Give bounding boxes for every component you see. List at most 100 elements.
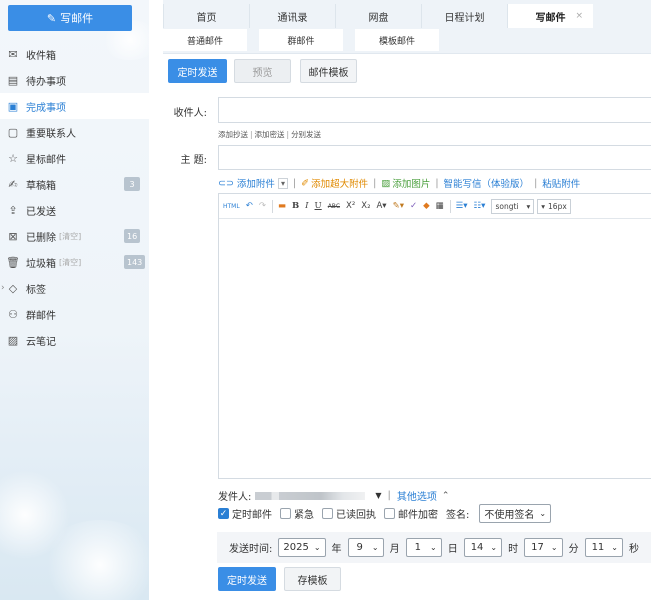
tab-schedule[interactable]: 日程计划: [421, 4, 507, 28]
font-size-value: 16px: [548, 201, 567, 211]
tab-contacts[interactable]: 通讯录: [249, 4, 335, 28]
year-select[interactable]: 2025 ⌄: [278, 538, 326, 557]
sidebar-item-done[interactable]: ▣ 完成事项: [0, 93, 149, 119]
large-attachment-icon: ✐: [301, 177, 310, 189]
sidebar-item-inbox[interactable]: ✉ 收件箱: [0, 41, 149, 67]
sidebar-item-label: 群邮件: [26, 310, 56, 322]
sidebar-item-drafts[interactable]: ✍ 草稿箱 3: [0, 171, 149, 197]
second-select[interactable]: 11 ⌄: [584, 538, 623, 557]
subscript-icon[interactable]: X₂: [361, 201, 370, 211]
deleted-icon: ⊠: [8, 229, 18, 243]
signature-select[interactable]: 不使用签名 ⌄: [479, 504, 552, 523]
option-label: 紧急: [294, 510, 314, 521]
eraser-icon[interactable]: ◆: [423, 201, 430, 211]
day-value: 1: [414, 542, 421, 553]
timed-send-button[interactable]: 定时发送: [168, 59, 227, 83]
hour-select[interactable]: 14 ⌄: [463, 538, 503, 557]
chevron-up-icon[interactable]: ⌃: [442, 491, 450, 501]
close-icon[interactable]: ×: [575, 11, 583, 21]
subtab-normal-mail[interactable]: 普通邮件: [163, 29, 247, 51]
html-mode-button[interactable]: HTML: [223, 203, 240, 210]
add-cc-link[interactable]: 添加抄送: [218, 130, 248, 139]
sidebar-item-deleted[interactable]: ⊠ 已删除 [清空] 16: [0, 223, 149, 249]
font-size-select[interactable]: ▾ 16px: [537, 198, 571, 214]
sidebar-item-tags[interactable]: › ◇ 标签: [0, 275, 149, 301]
chevron-down-icon: ⌄: [490, 543, 498, 552]
sidebar-item-trash[interactable]: 🗑 垃圾箱 [清空] 143: [0, 249, 149, 275]
superscript-icon[interactable]: X²: [346, 201, 355, 211]
chevron-down-icon: ⌄: [313, 543, 321, 552]
add-attachment-link[interactable]: 添加附件: [237, 176, 275, 190]
draft-icon: ✍: [8, 177, 18, 191]
minute-value: 17: [531, 542, 544, 553]
checkbox-checked[interactable]: ✓: [218, 508, 229, 519]
sidebar-item-important-contacts[interactable]: ▢ 重要联系人: [0, 119, 149, 145]
strikethrough-icon[interactable]: ABC: [328, 203, 340, 210]
timed-send-button-bottom[interactable]: 定时发送: [218, 567, 276, 591]
checkbox[interactable]: [384, 508, 395, 519]
save-icon[interactable]: ▦: [436, 201, 444, 211]
italic-icon[interactable]: I: [305, 201, 308, 211]
underline-icon[interactable]: U: [315, 201, 322, 211]
add-image-link[interactable]: 添加图片: [392, 176, 430, 190]
bold-icon[interactable]: B: [292, 201, 299, 211]
sidebar-item-cloud-notes[interactable]: ▨ 云笔记: [0, 327, 149, 353]
button-label: 定时发送: [177, 67, 218, 79]
star-icon: ☆: [8, 151, 18, 165]
compose-button[interactable]: ✎ 写邮件: [8, 5, 132, 31]
sidebar-item-label: 已发送: [26, 206, 56, 218]
tab-home[interactable]: 首页: [163, 4, 249, 28]
ordered-list-icon[interactable]: ☰▾: [456, 201, 468, 211]
subject-input[interactable]: [218, 145, 651, 170]
minute-select[interactable]: 17 ⌄: [524, 538, 563, 557]
preview-button[interactable]: 预览: [234, 59, 291, 83]
add-bcc-link[interactable]: 添加密送: [255, 130, 285, 139]
save-template-button[interactable]: 存模板: [284, 567, 341, 591]
redo-icon[interactable]: ↷: [259, 201, 266, 211]
unordered-list-icon[interactable]: ☷▾: [474, 201, 486, 211]
subtab-group-mail[interactable]: 群邮件: [259, 29, 343, 51]
mail-template-button[interactable]: 邮件模板: [300, 59, 357, 83]
chevron-down-icon: ▾: [541, 201, 546, 211]
clear-format-icon[interactable]: ✓: [410, 201, 417, 211]
chevron-down-icon[interactable]: ▼: [375, 491, 381, 500]
highlight-icon[interactable]: ✎▾: [393, 201, 404, 211]
format-painter-icon[interactable]: ▬: [278, 201, 286, 211]
day-select[interactable]: 1 ⌄: [405, 538, 442, 557]
clear-link[interactable]: [清空]: [59, 231, 81, 242]
clear-link[interactable]: [清空]: [59, 257, 81, 268]
encrypt-option[interactable]: 邮件加密: [384, 506, 438, 521]
tab-netdisk[interactable]: 网盘: [335, 4, 421, 28]
to-input[interactable]: [218, 97, 651, 123]
undo-icon[interactable]: ↶: [246, 201, 253, 211]
sidebar-item-group-mail[interactable]: ⚇ 群邮件: [0, 301, 149, 327]
attachment-dropdown[interactable]: ▾: [277, 177, 288, 189]
more-options-link[interactable]: 其他选项: [397, 488, 437, 503]
separate-send-link[interactable]: 分别发送: [291, 130, 321, 139]
separator: |: [286, 130, 290, 139]
note-icon: ▨: [7, 333, 19, 347]
rich-text-editor[interactable]: HTML ↶ ↷ ▬ B I U ABC X² X₂ A▾ ✎▾ ✓ ◆ ▦ ☰…: [218, 193, 651, 479]
font-family-select[interactable]: songti ▾: [491, 198, 535, 214]
sidebar-item-label: 重要联系人: [26, 128, 76, 140]
smart-write-link[interactable]: 智能写信（体验版）: [444, 176, 530, 190]
sidebar-item-todo[interactable]: ▤ 待办事项: [0, 67, 149, 93]
timed-mail-option[interactable]: ✓ 定时邮件: [218, 506, 272, 521]
checkbox[interactable]: [280, 508, 291, 519]
sidebar-item-label: 已删除: [26, 232, 56, 244]
urgent-option[interactable]: 紧急: [280, 506, 314, 521]
paste-attachment-link[interactable]: 粘贴附件: [542, 176, 580, 190]
count-badge: 3: [124, 177, 140, 191]
month-select[interactable]: 9 ⌄: [347, 538, 384, 557]
read-receipt-option[interactable]: 已读回执: [322, 506, 376, 521]
font-color-icon[interactable]: A▾: [376, 201, 386, 211]
sidebar-item-sent[interactable]: ⇪ 已发送: [0, 197, 149, 223]
sidebar-item-starred[interactable]: ☆ 星标邮件: [0, 145, 149, 171]
chevron-right-icon[interactable]: ›: [1, 283, 5, 293]
add-large-attachment-link[interactable]: 添加超大附件: [311, 176, 368, 190]
tab-compose[interactable]: 写邮件 ×: [507, 4, 593, 28]
sender-address-redacted[interactable]: [255, 491, 366, 500]
count-badge: 16: [124, 229, 141, 243]
subtab-template-mail[interactable]: 模板邮件: [355, 29, 439, 51]
checkbox[interactable]: [322, 508, 333, 519]
